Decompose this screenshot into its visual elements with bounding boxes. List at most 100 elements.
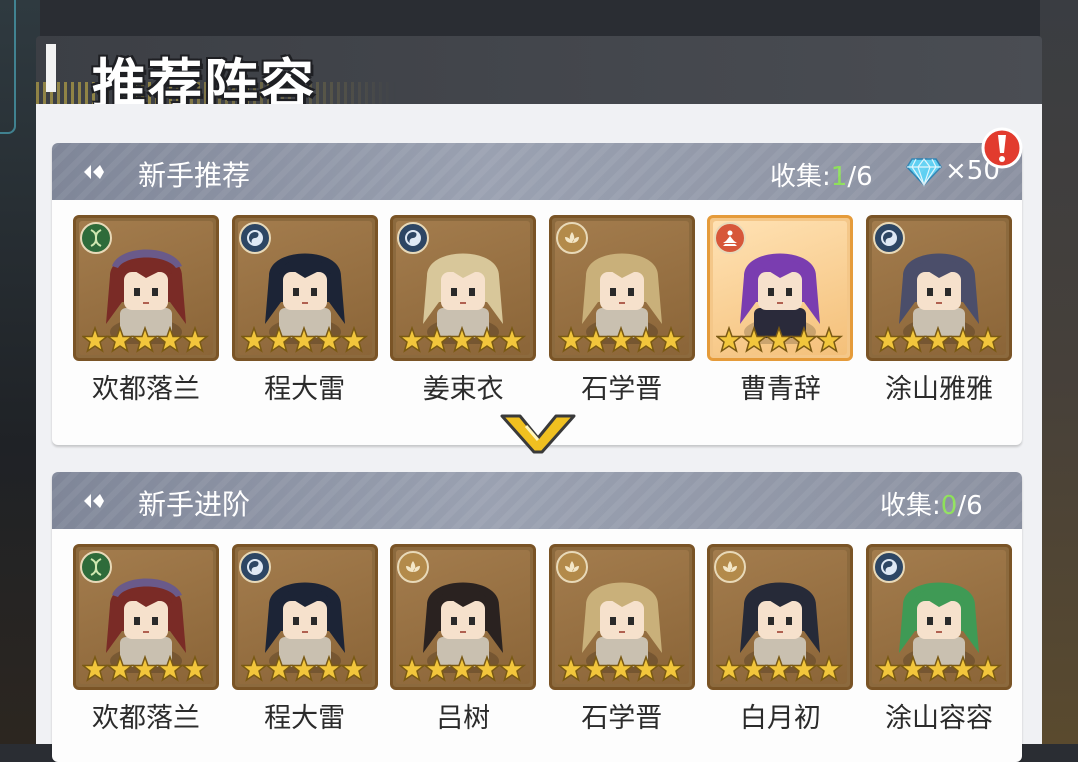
star-icon	[875, 326, 903, 353]
alert-icon[interactable]	[980, 126, 1024, 170]
star-icon	[606, 326, 635, 353]
section-header[interactable]: 新手推荐 收集:1/6 ×50	[52, 143, 1022, 200]
hero-card[interactable]	[73, 544, 219, 690]
star-icon	[973, 326, 1003, 353]
hero-name: 白月初	[739, 703, 821, 734]
star-rating	[399, 326, 527, 353]
section-title: 新手推荐	[138, 159, 251, 192]
star-icon	[557, 326, 585, 353]
star-icon	[105, 326, 135, 353]
star-rating	[875, 655, 1003, 682]
hero-card[interactable]	[390, 544, 537, 690]
hero-card[interactable]	[707, 544, 854, 690]
star-icon	[898, 655, 928, 682]
star-rating	[557, 326, 685, 353]
diamond-gem-icon	[906, 158, 942, 187]
star-icon	[606, 655, 635, 682]
star-icon	[314, 326, 343, 353]
hero-card[interactable]	[707, 215, 854, 361]
star-rating	[399, 655, 527, 682]
element-dna-icon	[80, 551, 112, 583]
star-rating	[82, 326, 210, 353]
collect-total: /6	[847, 162, 873, 192]
collect-label: 收集:	[880, 491, 941, 521]
star-icon	[240, 655, 268, 682]
star-icon	[815, 326, 844, 353]
hero-name: 涂山容容	[885, 703, 993, 734]
star-icon	[82, 326, 110, 353]
star-icon	[923, 326, 953, 353]
star-icon	[875, 655, 903, 682]
star-icon	[314, 655, 343, 682]
star-icon	[448, 655, 477, 682]
star-icon	[264, 655, 293, 682]
diamond-bullet-icon	[84, 165, 104, 179]
star-icon	[473, 655, 502, 682]
star-icon	[631, 326, 660, 353]
section-header[interactable]: 新手进阶 收集:0/6	[52, 472, 1022, 529]
star-icon	[765, 655, 794, 682]
star-icon	[289, 326, 318, 353]
hero-card[interactable]	[231, 215, 378, 361]
star-icon	[155, 655, 185, 682]
hero-name: 欢都落兰	[92, 374, 200, 405]
star-icon	[339, 655, 368, 682]
chevron-down-icon[interactable]	[498, 412, 578, 456]
section-beginner-advance: 新手进阶 收集:0/6 欢都落兰 程大雷 吕树 石学晋 白月初 涂山容容	[52, 472, 1022, 762]
section-title: 新手进阶	[138, 488, 251, 521]
hero-name: 吕树	[436, 703, 491, 734]
hero-card[interactable]	[548, 544, 695, 690]
hero-card[interactable]	[548, 215, 695, 361]
star-icon	[423, 326, 452, 353]
hero-card[interactable]	[73, 215, 219, 361]
element-swirl-icon	[873, 222, 905, 254]
hero-card[interactable]	[231, 544, 378, 690]
star-icon	[740, 655, 769, 682]
collect-progress: 收集:1/6	[770, 156, 873, 193]
hero-name: 程大雷	[264, 374, 346, 405]
star-icon	[923, 655, 953, 682]
star-icon	[130, 326, 160, 353]
background-right	[1040, 0, 1078, 744]
element-swirl-icon	[238, 222, 271, 254]
element-lotus-icon	[555, 551, 588, 583]
star-icon	[289, 655, 318, 682]
star-icon	[240, 326, 268, 353]
star-icon	[473, 326, 502, 353]
hero-card[interactable]	[390, 215, 537, 361]
star-icon	[82, 655, 110, 682]
star-rating	[875, 326, 1003, 353]
star-icon	[180, 326, 210, 353]
collect-label: 收集:	[770, 162, 831, 192]
star-icon	[898, 326, 928, 353]
hero-card[interactable]	[866, 215, 1012, 361]
diamond-bullet-icon	[84, 494, 104, 508]
hero-name: 石学晋	[581, 374, 663, 405]
star-icon	[948, 655, 978, 682]
star-icon	[656, 326, 685, 353]
collect-current: 1	[830, 162, 848, 192]
hero-name: 姜束衣	[422, 374, 504, 405]
collect-progress: 收集:0/6	[880, 485, 983, 522]
element-swirl-icon	[238, 551, 271, 583]
star-icon	[716, 655, 744, 682]
star-rating	[557, 655, 685, 682]
collect-current: 0	[940, 491, 958, 521]
star-icon	[948, 326, 978, 353]
header-accent-bar	[46, 44, 56, 92]
hero-name: 石学晋	[581, 703, 663, 734]
star-icon	[656, 655, 685, 682]
star-icon	[581, 326, 610, 353]
star-icon	[339, 326, 368, 353]
star-icon	[581, 655, 610, 682]
star-icon	[105, 655, 135, 682]
element-dna-icon	[80, 222, 112, 254]
star-icon	[423, 655, 452, 682]
star-icon	[498, 655, 527, 682]
hero-card[interactable]	[866, 544, 1012, 690]
element-lotus-icon	[555, 222, 588, 254]
element-swirl-icon	[873, 551, 905, 583]
background-left-frame	[0, 0, 16, 134]
element-lotus-icon	[397, 551, 430, 583]
star-icon	[716, 326, 744, 353]
